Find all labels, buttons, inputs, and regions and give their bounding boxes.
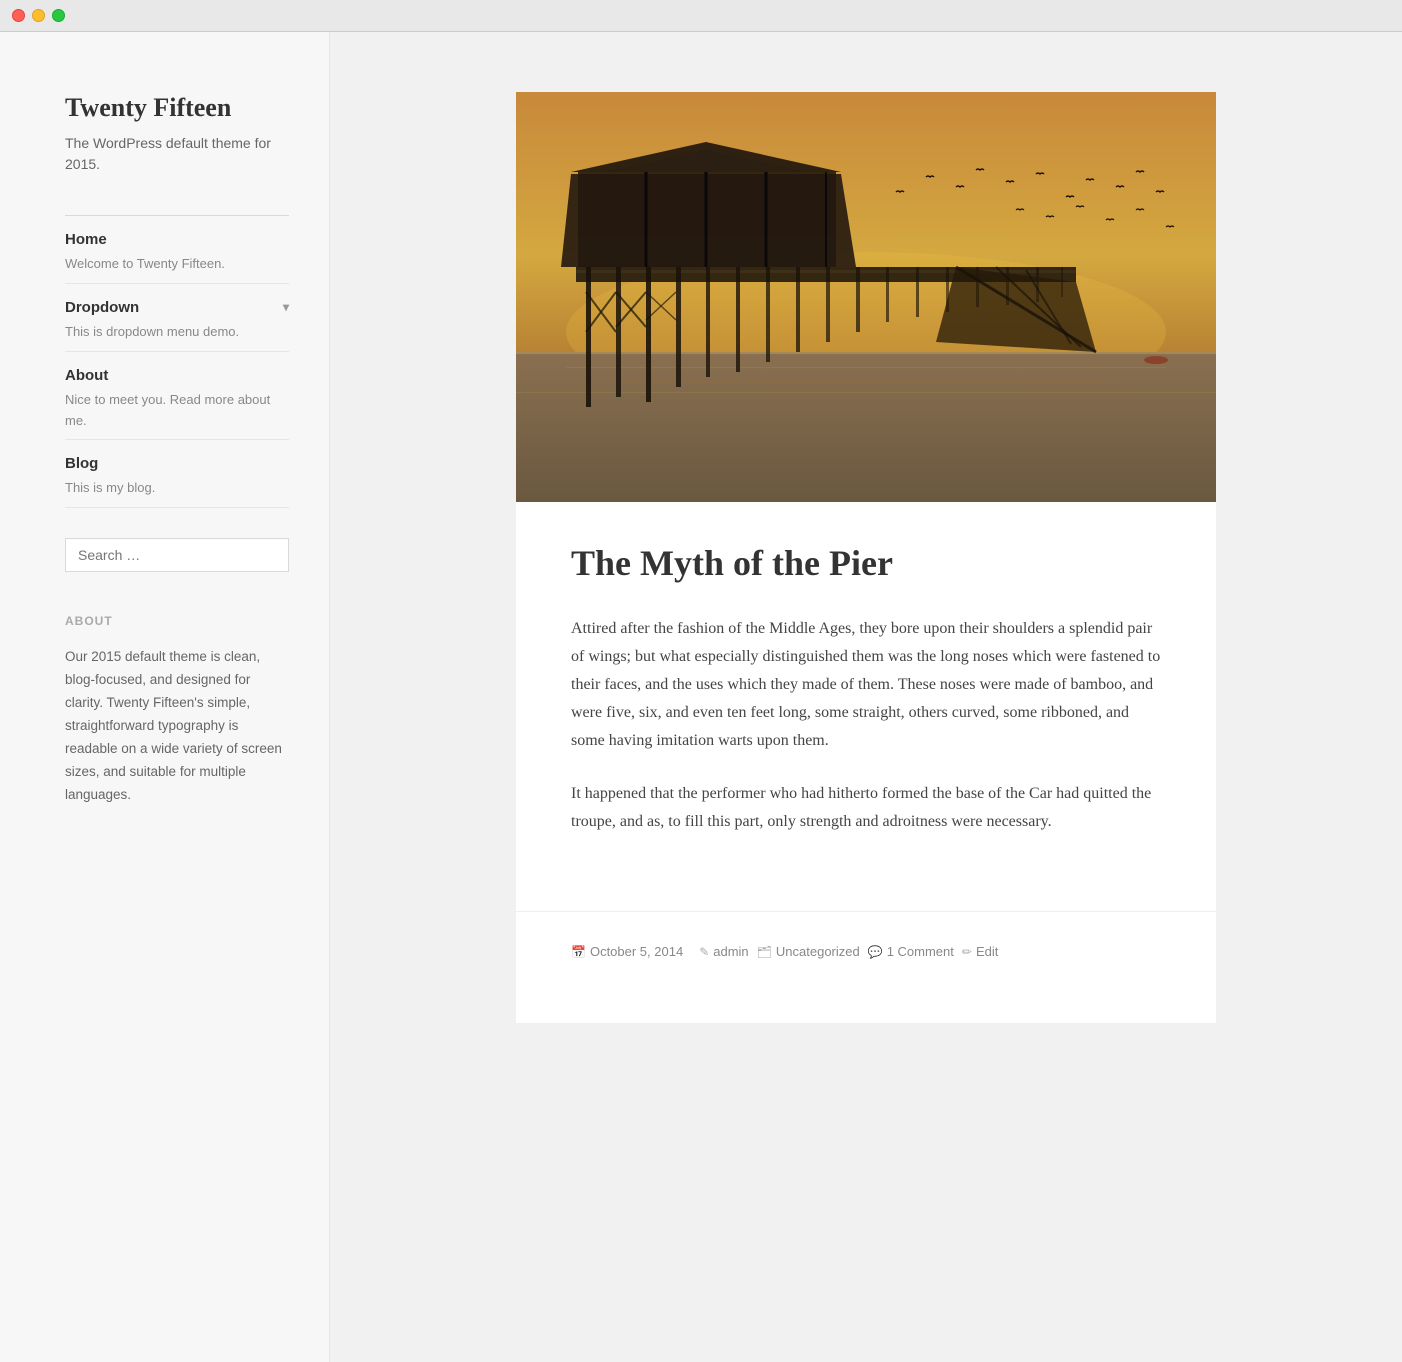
meta-author[interactable]: admin [713, 942, 748, 963]
sidebar: Twenty Fifteen The WordPress default the… [0, 32, 330, 1362]
nav-item-about[interactable]: About Nice to meet you. Read more about … [65, 352, 289, 441]
author-icon: ✎ [699, 943, 709, 962]
window-chrome [0, 0, 1402, 32]
nav-item-blog-title[interactable]: Blog [65, 452, 289, 476]
site-description: The WordPress default theme for 2015. [65, 133, 289, 175]
meta-author-item: ✎ admin [699, 942, 748, 963]
nav-item-blog-desc: This is my blog. [65, 478, 289, 499]
meta-edit-item: ✏ Edit [962, 942, 998, 963]
window-body: Twenty Fifteen The WordPress default the… [0, 32, 1402, 1362]
nav-item-dropdown-desc: This is dropdown menu demo. [65, 322, 289, 343]
nav-item-dropdown-label: Dropdown [65, 296, 139, 320]
article-paragraph-2: It happened that the performer who had h… [571, 780, 1161, 836]
calendar-icon: 📅 [571, 943, 586, 962]
category-icon: 🗂 [757, 943, 772, 962]
minimize-button[interactable] [32, 9, 45, 22]
article-meta: 📅 October 5, 2014 ✎ admin 🗂 Uncategorize… [516, 911, 1216, 983]
edit-icon: ✏ [962, 943, 972, 962]
search-section [65, 538, 289, 572]
meta-edit[interactable]: Edit [976, 942, 998, 963]
nav-item-blog[interactable]: Blog This is my blog. [65, 440, 289, 508]
nav-item-dropdown-title[interactable]: Dropdown ▾ [65, 296, 289, 320]
meta-category[interactable]: Uncategorized [776, 942, 860, 963]
hero-image [516, 92, 1216, 502]
nav-item-about-label: About [65, 364, 108, 388]
nav-item-home-label: Home [65, 228, 107, 252]
nav-item-home-desc: Welcome to Twenty Fifteen. [65, 254, 289, 275]
nav-item-blog-label: Blog [65, 452, 98, 476]
article-body: The Myth of the Pier Attired after the f… [516, 502, 1216, 881]
nav-item-dropdown[interactable]: Dropdown ▾ This is dropdown menu demo. [65, 284, 289, 352]
meta-comments[interactable]: 1 Comment [887, 942, 954, 963]
comment-icon: 💬 [868, 943, 883, 962]
article-paragraph-1: Attired after the fashion of the Middle … [571, 615, 1161, 755]
about-widget-text: Our 2015 default theme is clean, blog-fo… [65, 646, 289, 807]
site-title: Twenty Fifteen [65, 92, 289, 123]
about-widget: ABOUT Our 2015 default theme is clean, b… [65, 612, 289, 807]
chevron-down-icon: ▾ [283, 298, 289, 317]
meta-date[interactable]: October 5, 2014 [590, 942, 683, 963]
about-widget-heading: ABOUT [65, 612, 289, 631]
nav-item-home[interactable]: Home Welcome to Twenty Fifteen. [65, 216, 289, 284]
main-content: The Myth of the Pier Attired after the f… [330, 32, 1402, 1362]
nav-item-home-title[interactable]: Home [65, 228, 289, 252]
meta-date-item: 📅 October 5, 2014 [571, 942, 683, 963]
search-input[interactable] [65, 538, 289, 572]
nav-item-about-desc: Nice to meet you. Read more about me. [65, 390, 289, 432]
meta-category-item: 🗂 Uncategorized [757, 942, 860, 963]
nav-item-about-title[interactable]: About [65, 364, 289, 388]
close-button[interactable] [12, 9, 25, 22]
maximize-button[interactable] [52, 9, 65, 22]
article-title: The Myth of the Pier [571, 542, 1161, 585]
meta-comments-item: 💬 1 Comment [868, 942, 954, 963]
article: The Myth of the Pier Attired after the f… [516, 92, 1216, 1023]
